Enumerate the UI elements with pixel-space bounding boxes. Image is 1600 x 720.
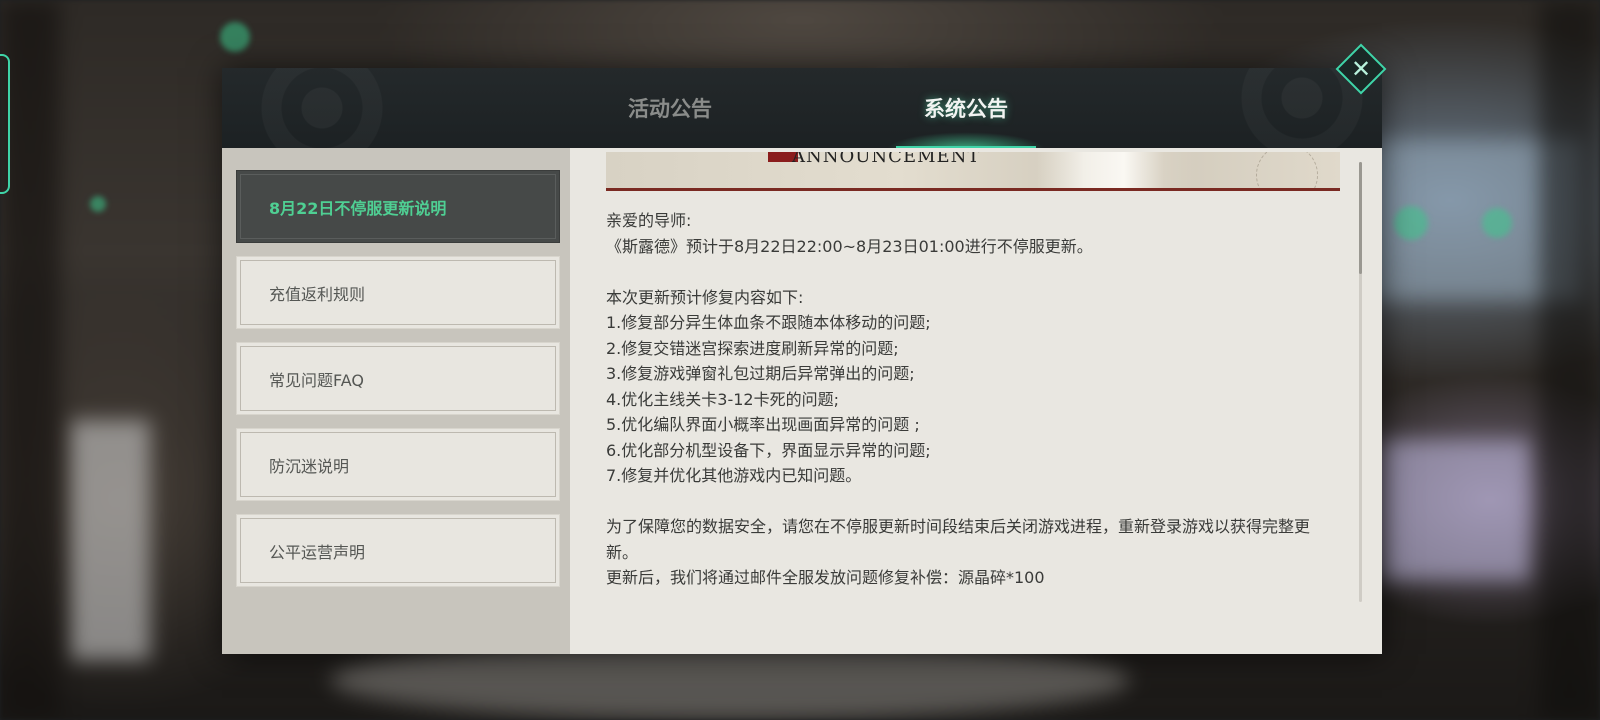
hud-left-edge-bracket	[0, 54, 10, 194]
tab-activity-label: 活动公告	[628, 96, 712, 121]
fix-item: 6.优化部分机型设备下，界面显示异常的问题;	[606, 440, 931, 460]
banner-character-art	[1036, 152, 1196, 188]
safety-note: 为了保障您的数据安全，请您在不停服更新时间段结束后关闭游戏进程，重新登录游戏以获…	[606, 517, 1311, 562]
content-scrollbar[interactable]	[1359, 162, 1362, 602]
tab-system-label: 系统公告	[924, 96, 1008, 121]
announcement-panel: 活动公告 系统公告 ✕ 8月22日不停服更新说明 充值返利规则 常见问题FAQ …	[222, 43, 1387, 654]
banner-title: ANNOUNCEMENT	[792, 152, 981, 167]
announcement-body: 8月22日不停服更新说明 充值返利规则 常见问题FAQ 防沉迷说明 公平运营声明…	[222, 148, 1382, 654]
announcement-item-update-0822[interactable]: 8月22日不停服更新说明	[236, 170, 560, 243]
close-icon: ✕	[1350, 55, 1372, 83]
fix-item: 2.修复交错迷宫探索进度刷新异常的问题;	[606, 338, 899, 358]
announcement-item-label: 8月22日不停服更新说明	[269, 198, 447, 218]
banner-postmark	[1256, 152, 1318, 188]
hud-blurred-icon	[90, 196, 106, 212]
announcement-item-label: 防沉迷说明	[269, 456, 350, 476]
fix-item: 7.修复并优化其他游戏内已知问题。	[606, 466, 862, 485]
announcement-header: 活动公告 系统公告	[222, 68, 1382, 150]
tab-activity-announcement[interactable]: 活动公告	[560, 68, 780, 148]
announcement-list: 8月22日不停服更新说明 充值返利规则 常见问题FAQ 防沉迷说明 公平运营声明	[222, 148, 570, 654]
hud-blurred-icon	[220, 22, 250, 52]
announcement-item-fair-operation[interactable]: 公平运营声明	[236, 514, 560, 587]
fix-item: 5.优化编队界面小概率出现画面异常的问题 ;	[606, 415, 920, 434]
fix-list-heading: 本次更新预计修复内容如下:	[606, 287, 804, 307]
announcement-content[interactable]: ANNOUNCEMENT 亲爱的导师: 《斯露德》预计于8月22日22:00~8…	[570, 148, 1382, 654]
announcement-item-faq[interactable]: 常见问题FAQ	[236, 342, 560, 415]
announcement-text: 亲爱的导师: 《斯露德》预计于8月22日22:00~8月23日01:00进行不停…	[606, 208, 1336, 591]
update-intro: 《斯露德》预计于8月22日22:00~8月23日01:00进行不停服更新。	[606, 236, 1093, 256]
announcement-item-anti-addiction[interactable]: 防沉迷说明	[236, 428, 560, 501]
scrollbar-thumb[interactable]	[1359, 162, 1362, 274]
fix-item: 1.修复部分异生体血条不跟随本体移动的问题;	[606, 313, 931, 332]
announcement-item-label: 公平运营声明	[269, 542, 366, 562]
compensation-note: 更新后，我们将通过邮件全服发放问题修复补偿：源晶碎*100	[606, 568, 1045, 587]
announcement-banner-image: ANNOUNCEMENT	[606, 152, 1340, 191]
announcement-item-label: 充值返利规则	[269, 284, 366, 304]
fix-item: 3.修复游戏弹窗礼包过期后异常弹出的问题;	[606, 364, 915, 383]
tab-system-announcement[interactable]: 系统公告	[856, 68, 1076, 150]
fix-item: 4.优化主线关卡3-12卡死的问题;	[606, 389, 839, 409]
hud-blurred-icon	[1394, 206, 1428, 240]
announcement-item-recharge-rebate[interactable]: 充值返利规则	[236, 256, 560, 329]
announcement-item-label: 常见问题FAQ	[269, 370, 364, 390]
hud-blurred-icon	[1482, 208, 1512, 238]
greeting: 亲爱的导师:	[606, 211, 692, 230]
